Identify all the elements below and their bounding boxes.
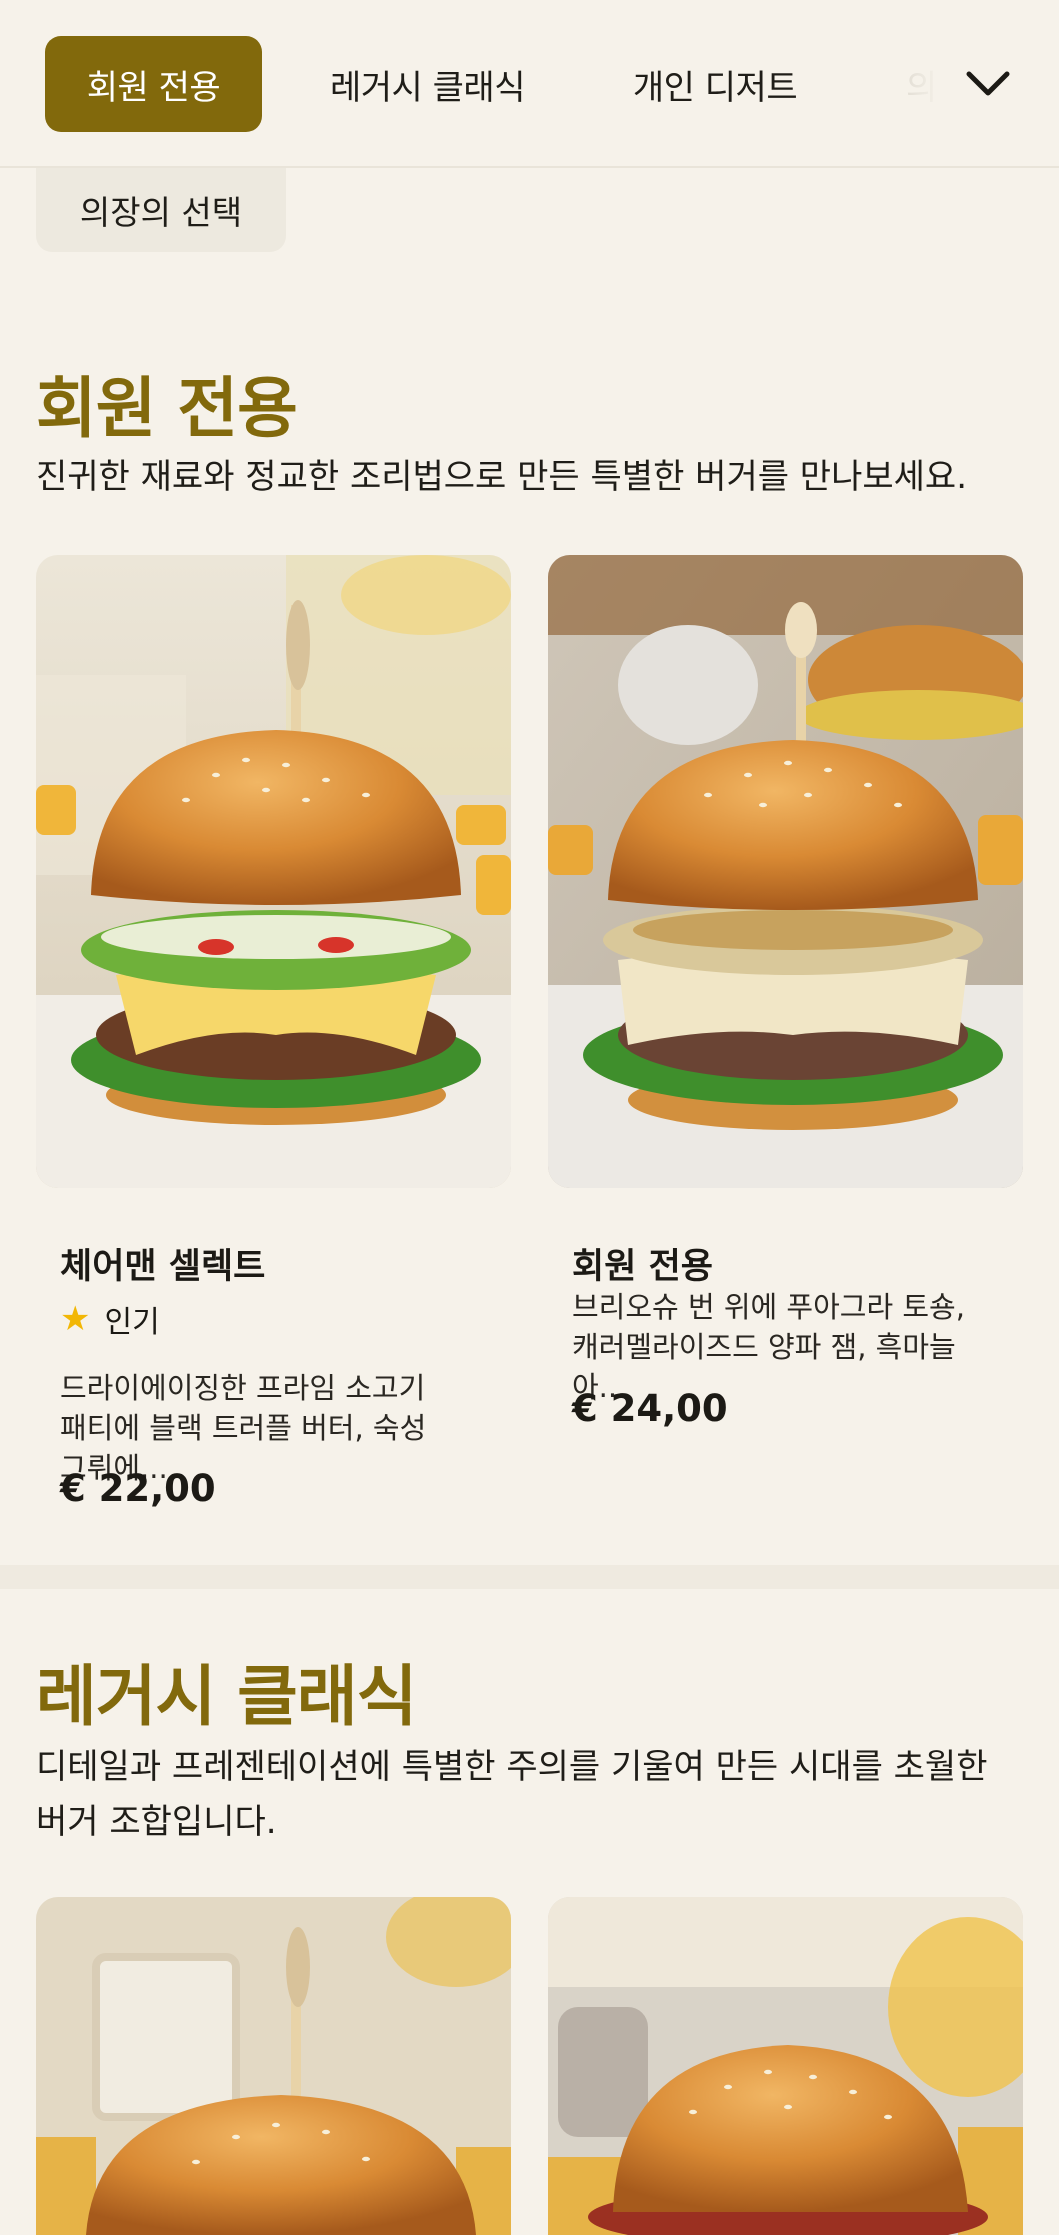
section-title-legacy-classics: 레거시 클래식 [36, 1658, 417, 1735]
section-description-members: 진귀한 재료와 정교한 조리법으로 만든 특별한 버거를 만나보세요. [36, 457, 968, 497]
product-image[interactable] [36, 1897, 511, 2235]
category-tab-chairmans-choice[interactable]: 의장의 선택 [36, 168, 286, 252]
category-tab-legacy-classics[interactable]: 레거시 클래식 [300, 36, 555, 132]
category-tab-desserts[interactable]: 개인 디저트 [600, 36, 830, 132]
product-price: € 24,00 [572, 1387, 728, 1430]
category-tab-members[interactable]: 회원 전용 [45, 36, 262, 132]
category-bar: 회원 전용 레거시 클래식 개인 디저트 의 [0, 0, 1059, 168]
chevron-down-icon[interactable] [958, 50, 1018, 118]
product-image[interactable] [548, 1897, 1023, 2235]
star-icon: ★ [60, 1299, 91, 1339]
popular-badge-label: 인기 [104, 1305, 160, 1340]
product-price: € 22,00 [60, 1467, 216, 1510]
product-image-chairman-select[interactable] [36, 555, 511, 1188]
product-name[interactable]: 체어맨 셀렉트 [60, 1238, 265, 1289]
product-name[interactable]: 회원 전용 [572, 1238, 713, 1289]
popular-badge: ★ 인기 [60, 1297, 160, 1341]
section-divider [0, 1565, 1059, 1589]
section-title-members: 회원 전용 [36, 370, 298, 447]
product-image-members-only[interactable] [548, 555, 1023, 1188]
section-description-legacy-classics: 디테일과 프레젠테이션에 특별한 주의를 기울여 만든 시대를 초월한 버거 조… [36, 1747, 988, 1842]
